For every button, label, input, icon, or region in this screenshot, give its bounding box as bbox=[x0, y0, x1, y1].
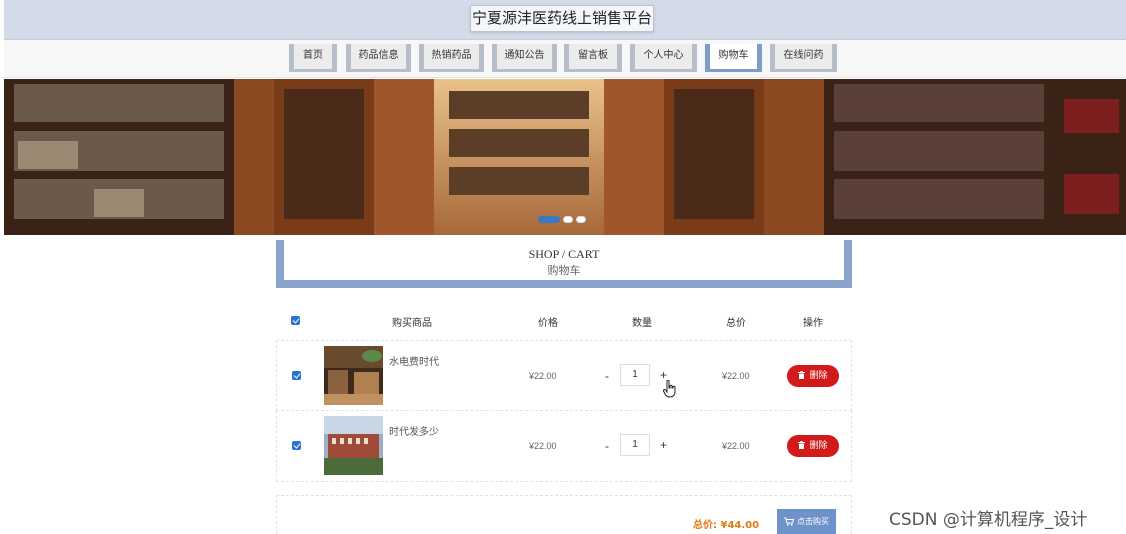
unit-price: ¥22.00 bbox=[529, 371, 557, 381]
cart-footer: 总价: ¥44.00 点击购买 bbox=[276, 495, 852, 534]
site-title: 宁夏源沣医药线上销售平台 bbox=[470, 5, 654, 32]
quantity-input[interactable]: 1 bbox=[620, 434, 650, 456]
cart-header-row: 购买商品 价格 数量 总价 操作 bbox=[276, 300, 852, 340]
delete-label: 删除 bbox=[809, 441, 828, 451]
product-name[interactable]: 时代发多少 bbox=[389, 423, 439, 438]
site-header: 宁夏源沣医药线上销售平台 bbox=[4, 0, 1126, 40]
product-name[interactable]: 水电费时代 bbox=[389, 353, 439, 368]
cart-icon bbox=[784, 517, 794, 526]
nav-item-home[interactable]: 首页 bbox=[289, 44, 337, 72]
unit-price: ¥22.00 bbox=[529, 441, 557, 451]
item-total: ¥22.00 bbox=[722, 371, 750, 381]
delete-button[interactable]: 删除 bbox=[787, 435, 839, 457]
hand-cursor-icon bbox=[663, 380, 676, 398]
product-thumbnail[interactable] bbox=[324, 416, 383, 475]
nav-item-notices[interactable]: 通知公告 bbox=[492, 44, 557, 72]
cart-row: 水电费时代 ¥22.00 - 1 + ¥22.00 删除 bbox=[276, 340, 852, 411]
item-checkbox[interactable] bbox=[292, 441, 301, 450]
page: 宁夏源沣医药线上销售平台 首页 药品信息 热销药品 通知公告 留言板 个人中心 … bbox=[0, 0, 1126, 534]
header-total: 总价 bbox=[726, 318, 746, 329]
header-price: 价格 bbox=[538, 318, 558, 329]
quantity-input[interactable]: 1 bbox=[620, 364, 650, 386]
delete-label: 删除 bbox=[809, 371, 828, 381]
buy-label: 点击购买 bbox=[797, 517, 829, 526]
trash-icon bbox=[798, 371, 806, 379]
banner-carousel[interactable] bbox=[4, 79, 1126, 235]
nav-item-cart[interactable]: 购物车 bbox=[705, 44, 762, 72]
decrease-quantity-button[interactable]: - bbox=[605, 369, 609, 383]
item-total: ¥22.00 bbox=[722, 441, 750, 451]
cart-row: 时代发多少 ¥22.00 - 1 + ¥22.00 删除 bbox=[276, 411, 852, 482]
watermark: CSDN @计算机程序_设计 bbox=[889, 510, 1088, 530]
header-action: 操作 bbox=[803, 318, 823, 329]
nav-item-drug-info[interactable]: 药品信息 bbox=[346, 44, 411, 72]
nav-item-online-consult[interactable]: 在线问药 bbox=[770, 44, 837, 72]
carousel-dot-3[interactable] bbox=[576, 216, 586, 223]
nav-item-hot-drugs[interactable]: 热销药品 bbox=[419, 44, 484, 72]
grand-total: 总价: ¥44.00 bbox=[693, 520, 760, 531]
banner-image bbox=[4, 79, 1126, 235]
header-quantity: 数量 bbox=[632, 318, 652, 329]
select-all-checkbox[interactable] bbox=[291, 316, 300, 325]
product-thumbnail[interactable] bbox=[324, 346, 383, 405]
header-product: 购买商品 bbox=[392, 318, 432, 329]
cart-table: 购买商品 价格 数量 总价 操作 水电费时代 ¥22.00 - 1 + ¥22.… bbox=[276, 300, 852, 482]
carousel-dot-2[interactable] bbox=[563, 216, 573, 223]
buy-button[interactable]: 点击购买 bbox=[777, 509, 836, 534]
increase-quantity-button[interactable]: + bbox=[660, 438, 667, 452]
decrease-quantity-button[interactable]: - bbox=[605, 439, 609, 453]
nav-item-personal-center[interactable]: 个人中心 bbox=[630, 44, 697, 72]
carousel-dot-1[interactable] bbox=[538, 216, 560, 223]
section-title: SHOP / CART 购物车 bbox=[276, 240, 852, 288]
nav-item-message-board[interactable]: 留言板 bbox=[564, 44, 622, 72]
section-title-en: SHOP / CART bbox=[528, 247, 600, 261]
delete-button[interactable]: 删除 bbox=[787, 365, 839, 387]
main-nav: 首页 药品信息 热销药品 通知公告 留言板 个人中心 购物车 在线问药 bbox=[4, 40, 1126, 78]
trash-icon bbox=[798, 441, 806, 449]
item-checkbox[interactable] bbox=[292, 371, 301, 380]
section-title-cn: 购物车 bbox=[547, 264, 581, 277]
